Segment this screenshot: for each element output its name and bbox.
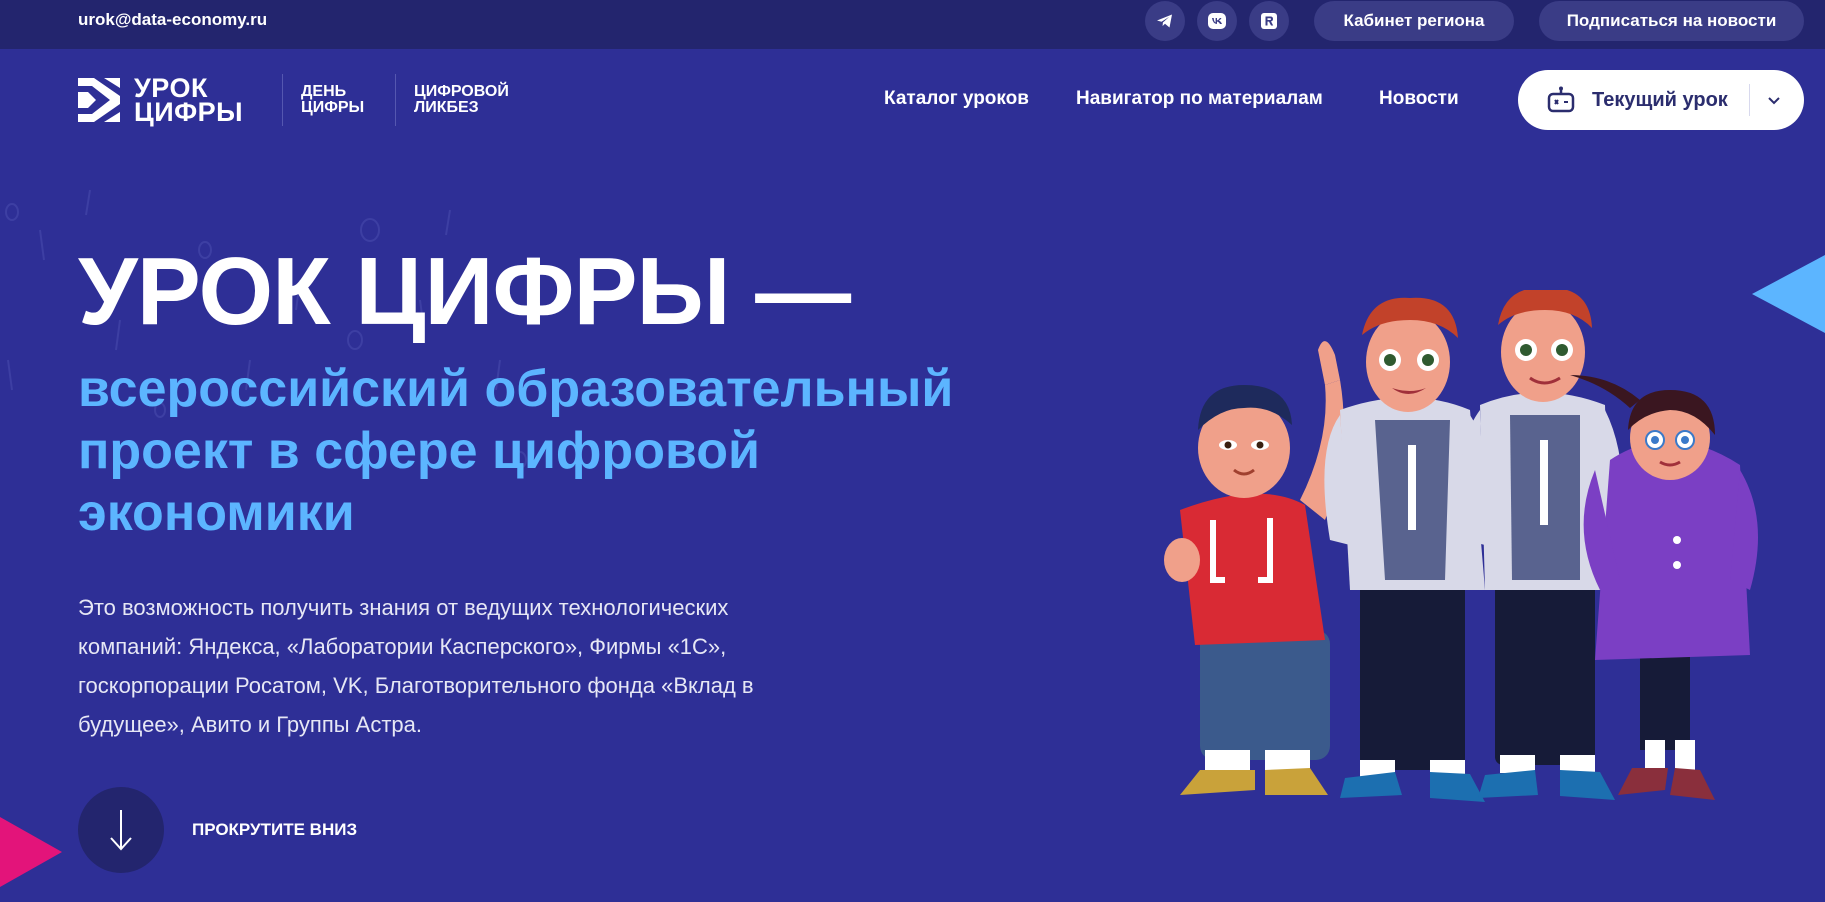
kid-striped-jacket-1 bbox=[1324, 297, 1490, 802]
rutube-button[interactable] bbox=[1249, 1, 1289, 41]
hero-subtitle-line: проект в сфере цифровой bbox=[78, 422, 760, 480]
scroll-down-button[interactable] bbox=[78, 787, 164, 873]
telegram-icon bbox=[1157, 14, 1172, 28]
subscribe-news-button[interactable]: Подписаться на новости bbox=[1539, 1, 1804, 41]
logo-divider bbox=[282, 74, 283, 126]
kid-red-shirt bbox=[1164, 341, 1344, 795]
rutube-icon bbox=[1261, 13, 1277, 29]
top-bar: urok@data-economy.ru Кабинет региона Под… bbox=[0, 0, 1825, 49]
site-logo[interactable]: УРОК ЦИФРЫ ДЕНЬ ЦИФРЫ ЦИФРОВОЙ ЛИКБЕЗ bbox=[78, 72, 524, 128]
pink-triangle-decoration bbox=[0, 817, 62, 887]
telegram-button[interactable] bbox=[1145, 1, 1185, 41]
robot-icon bbox=[1547, 86, 1575, 113]
dropdown-divider bbox=[1749, 84, 1750, 116]
chevron-down-icon[interactable] bbox=[1764, 90, 1784, 110]
description-line: будущее», Авито и Группы Астра. bbox=[78, 712, 422, 737]
current-lesson-button[interactable]: Текущий урок bbox=[1518, 70, 1804, 130]
hero-title: УРОК ЦИФРЫ — bbox=[78, 238, 851, 345]
logo-day-of-digit[interactable]: ДЕНЬ ЦИФРЫ bbox=[301, 84, 377, 116]
description-line: компаний: Яндекса, «Лаборатории Касперск… bbox=[78, 634, 727, 659]
current-lesson-label: Текущий урок bbox=[1592, 88, 1728, 111]
nav-materials-navigator[interactable]: Навигатор по материалам bbox=[1076, 88, 1323, 110]
logo-title: УРОК ЦИФРЫ bbox=[134, 73, 244, 127]
nav-news[interactable]: Новости bbox=[1379, 88, 1459, 110]
nav-lessons-catalog[interactable]: Каталог уроков bbox=[884, 88, 1029, 110]
kids-illustration bbox=[1164, 290, 1758, 802]
arrow-down-icon bbox=[110, 810, 132, 851]
description-line: Это возможность получить знания от ведущ… bbox=[78, 595, 729, 620]
vk-button[interactable] bbox=[1197, 1, 1237, 41]
logo-mark-icon bbox=[78, 78, 120, 122]
contact-email-link[interactable]: urok@data-economy.ru bbox=[78, 10, 267, 30]
hero-description: Это возможность получить знания от ведущ… bbox=[78, 588, 858, 744]
logo-divider bbox=[395, 74, 396, 126]
vk-icon bbox=[1208, 13, 1226, 29]
region-cabinet-button[interactable]: Кабинет региона bbox=[1314, 1, 1514, 41]
hero-subtitle-line: экономики bbox=[78, 484, 355, 542]
hero-subtitle-line: всероссийский образовательный bbox=[78, 360, 954, 418]
hero-subtitle: всероссийский образовательный проект в с… bbox=[78, 358, 1038, 544]
description-line: госкорпорации Росатом, VK, Благотворител… bbox=[78, 673, 754, 698]
logo-digital-literacy[interactable]: ЦИФРОВОЙ ЛИКБЕЗ bbox=[414, 84, 524, 116]
scroll-down-label[interactable]: ПРОКРУТИТЕ ВНИЗ bbox=[192, 820, 357, 840]
